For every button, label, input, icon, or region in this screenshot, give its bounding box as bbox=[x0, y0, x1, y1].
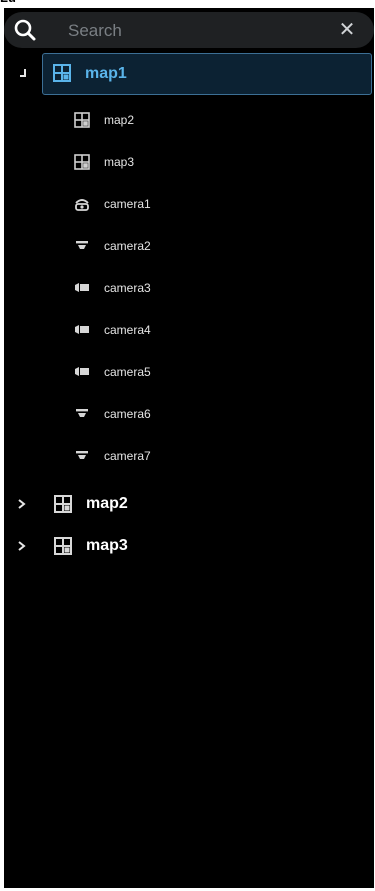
camera-box-icon bbox=[75, 367, 89, 376]
search-bar: ✕ bbox=[4, 12, 374, 48]
tree-item-camera7[interactable]: camera7 bbox=[4, 438, 374, 474]
tree-item-label: camera6 bbox=[104, 407, 151, 421]
tree-item-label: camera5 bbox=[104, 365, 151, 379]
map-icon bbox=[74, 112, 90, 128]
tree-item-map2[interactable]: map2 bbox=[4, 102, 374, 138]
tree-item-map2[interactable]: map2 bbox=[4, 486, 374, 522]
expand-icon[interactable] bbox=[16, 540, 28, 552]
tree-item-camera6[interactable]: camera6 bbox=[4, 396, 374, 432]
tree-item-label: map2 bbox=[86, 495, 128, 512]
window-title-fragment: Lu bbox=[0, 0, 375, 8]
map-tree-panel: ✕ map1 map2 map3 camera1 camera2 camera3 came… bbox=[4, 8, 374, 888]
tree-item-map1[interactable]: map1 bbox=[42, 53, 372, 95]
tree-item-camera5[interactable]: camera5 bbox=[4, 354, 374, 390]
tree-item-label: map3 bbox=[86, 537, 128, 554]
collapse-icon[interactable] bbox=[16, 66, 30, 80]
camera-box-icon bbox=[75, 325, 89, 334]
camera-box-icon bbox=[75, 283, 89, 292]
tree-item-label: camera2 bbox=[104, 239, 151, 253]
tree-item-label: camera4 bbox=[104, 323, 151, 337]
tree-item-label: map2 bbox=[104, 113, 135, 127]
tree-item-camera4[interactable]: camera4 bbox=[4, 312, 374, 348]
map-icon bbox=[54, 495, 72, 513]
tree-item-camera1[interactable]: camera1 bbox=[4, 186, 374, 222]
tree-item-camera3[interactable]: camera3 bbox=[4, 270, 374, 306]
camera-dome-icon bbox=[75, 199, 89, 211]
search-input[interactable] bbox=[66, 18, 330, 44]
map-icon bbox=[53, 64, 71, 82]
tree-item-label: camera7 bbox=[104, 449, 151, 463]
tree-item-label: map3 bbox=[104, 155, 135, 169]
tree-item-camera2[interactable]: camera2 bbox=[4, 228, 374, 264]
camera-ceiling-icon bbox=[76, 241, 88, 249]
camera-ceiling-icon bbox=[76, 451, 88, 459]
map-icon bbox=[54, 537, 72, 555]
map-icon bbox=[74, 154, 90, 170]
clear-search-icon[interactable]: ✕ bbox=[337, 20, 357, 40]
search-icon[interactable] bbox=[12, 18, 40, 42]
tree-item-label: map1 bbox=[85, 65, 127, 82]
tree-item-map3[interactable]: map3 bbox=[4, 144, 374, 180]
tree-item-label: camera3 bbox=[104, 281, 151, 295]
expand-icon[interactable] bbox=[16, 498, 28, 510]
camera-ceiling-icon bbox=[76, 409, 88, 417]
tree-item-label: camera1 bbox=[104, 197, 151, 211]
tree-item-map3[interactable]: map3 bbox=[4, 528, 374, 564]
